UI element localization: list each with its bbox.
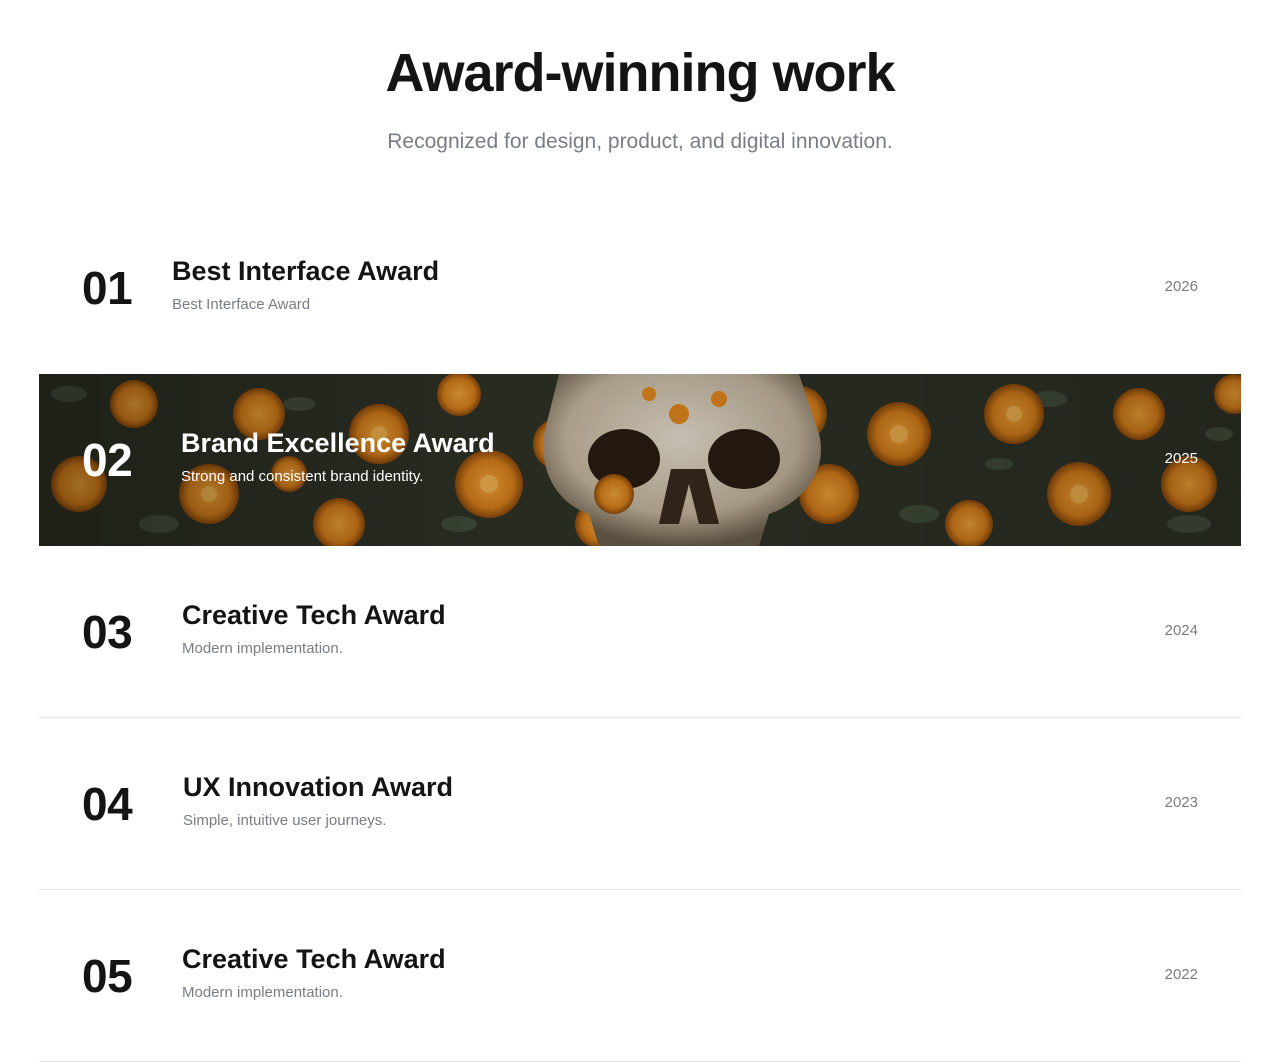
page-subtitle: Recognized for design, product, and digi… [387, 130, 893, 153]
award-description: Simple, intuitive user journeys. [183, 812, 387, 829]
award-text: Creative Tech Award Modern implementatio… [182, 942, 446, 1003]
award-description: Strong and consistent brand identity. [181, 468, 424, 485]
award-text: Creative Tech Award Modern implementatio… [182, 598, 446, 659]
award-text: Brand Excellence Award Strong and consis… [181, 426, 495, 487]
award-number: 01 [82, 262, 133, 314]
awards-list: 01 Best Interface Award Best Interface A… [39, 202, 1241, 1062]
award-row[interactable]: 04 UX Innovation Award Simple, intuitive… [39, 718, 1241, 890]
page-title: Award-winning work [385, 43, 895, 103]
award-description: Best Interface Award [172, 296, 311, 313]
award-number: 05 [82, 950, 133, 1002]
award-text: Best Interface Award Best Interface Awar… [172, 254, 439, 315]
award-row[interactable]: 03 Creative Tech Award Modern implementa… [39, 546, 1241, 718]
award-name: Brand Excellence Award [181, 428, 495, 458]
award-name: Creative Tech Award [182, 944, 446, 974]
award-year: 2024 [1164, 622, 1198, 639]
award-text: UX Innovation Award Simple, intuitive us… [183, 770, 453, 831]
award-year: 2022 [1164, 966, 1198, 983]
award-row[interactable]: 01 Best Interface Award Best Interface A… [39, 202, 1241, 374]
award-year: 2023 [1164, 794, 1198, 811]
award-year: 2025 [1164, 450, 1198, 467]
award-row-featured[interactable]: 02 Brand Excellence Award Strong and con… [39, 374, 1241, 546]
award-number: 02 [82, 434, 133, 486]
award-number: 03 [82, 606, 133, 658]
award-name: UX Innovation Award [183, 772, 454, 802]
award-row[interactable]: 05 Creative Tech Award Modern implementa… [39, 890, 1241, 1062]
award-name: Creative Tech Award [182, 600, 446, 630]
award-name: Best Interface Award [172, 256, 440, 286]
award-description: Modern implementation. [182, 984, 343, 1001]
award-year: 2026 [1164, 278, 1198, 295]
award-description: Modern implementation. [182, 640, 343, 657]
award-number: 04 [82, 778, 133, 830]
